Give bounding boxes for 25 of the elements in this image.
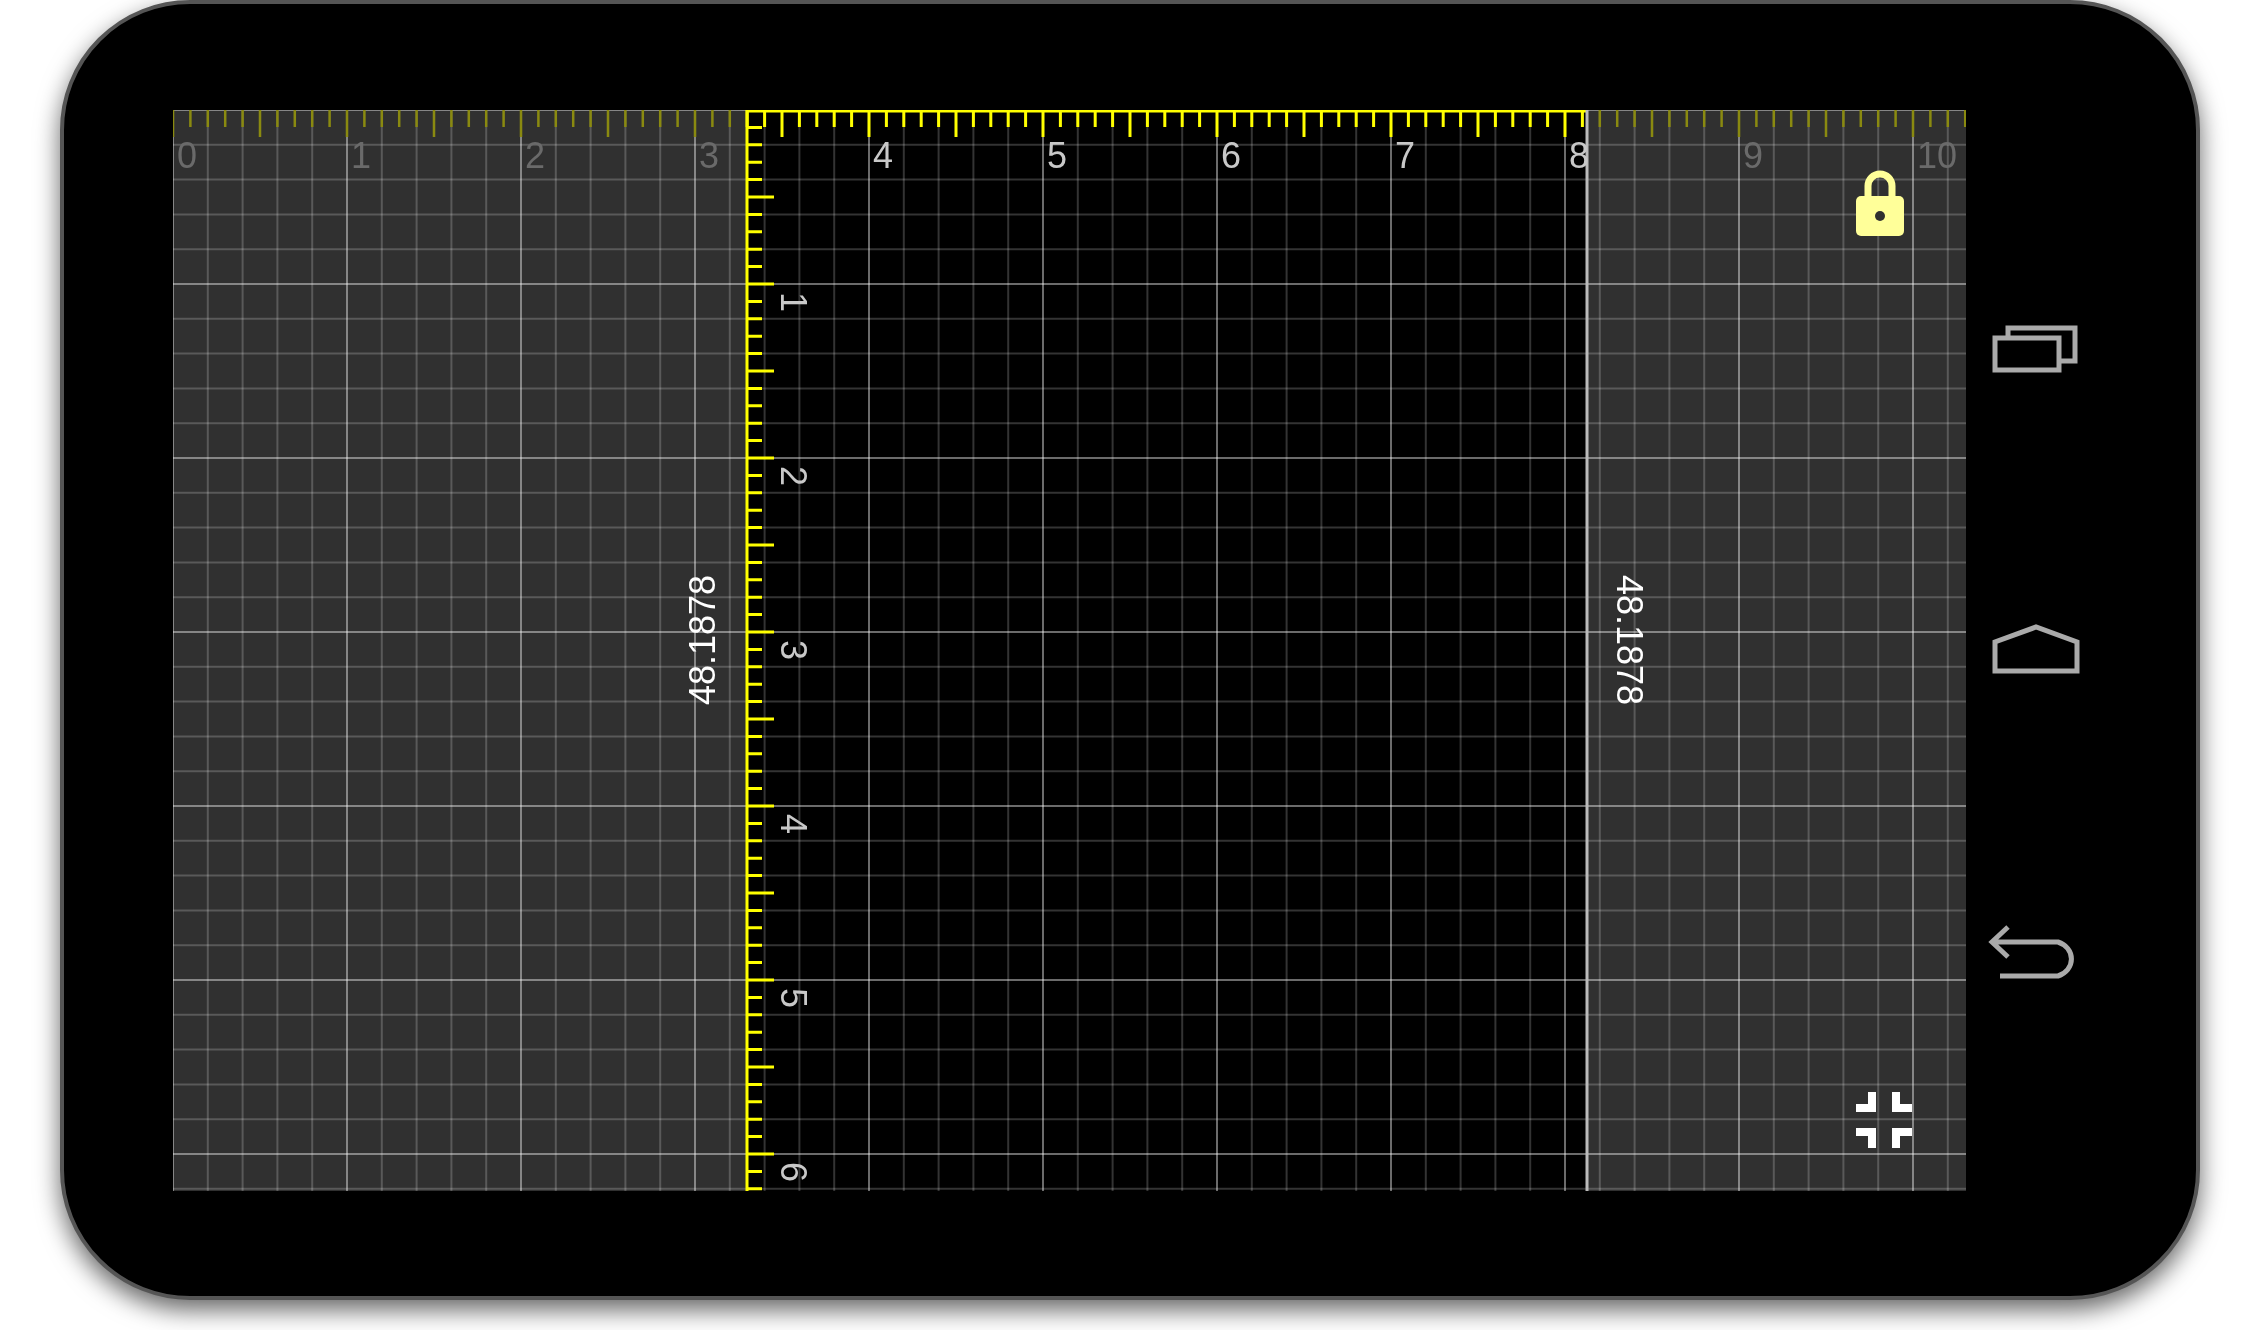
ruler-label: 6: [773, 1162, 814, 1182]
ruler-label: 2: [773, 466, 814, 486]
recent-apps-icon[interactable]: [1992, 324, 2080, 374]
home-icon[interactable]: [1992, 624, 2080, 674]
ruler-label: 1: [351, 135, 372, 176]
ruler-label: 5: [773, 988, 814, 1008]
ruler-label: 6: [1221, 135, 1242, 176]
measured-area[interactable]: [747, 110, 1587, 1191]
top-ruler-ticks[interactable]: [173, 110, 1966, 139]
ruler-label: 0: [177, 135, 198, 176]
measurement-value: 48.1878: [682, 574, 723, 706]
ruler-label: 4: [773, 814, 814, 834]
ruler-label: 9: [1743, 135, 1764, 176]
ruler-label: 4: [873, 135, 894, 176]
ruler-label: 3: [773, 640, 814, 660]
collapse-icon[interactable]: [1856, 1092, 1912, 1148]
lock-icon[interactable]: [1856, 170, 1904, 236]
ruler-label: 2: [525, 135, 546, 176]
side-ruler-ticks[interactable]: [745, 110, 776, 1191]
ruler-label: 1: [773, 292, 814, 312]
ruler-label: 7: [1395, 135, 1416, 176]
ruler-label: 5: [1047, 135, 1068, 176]
ruler-label: 3: [699, 135, 720, 176]
ruler-label: 10: [1917, 135, 1958, 176]
measurement-value: 48.1878: [1609, 574, 1650, 706]
